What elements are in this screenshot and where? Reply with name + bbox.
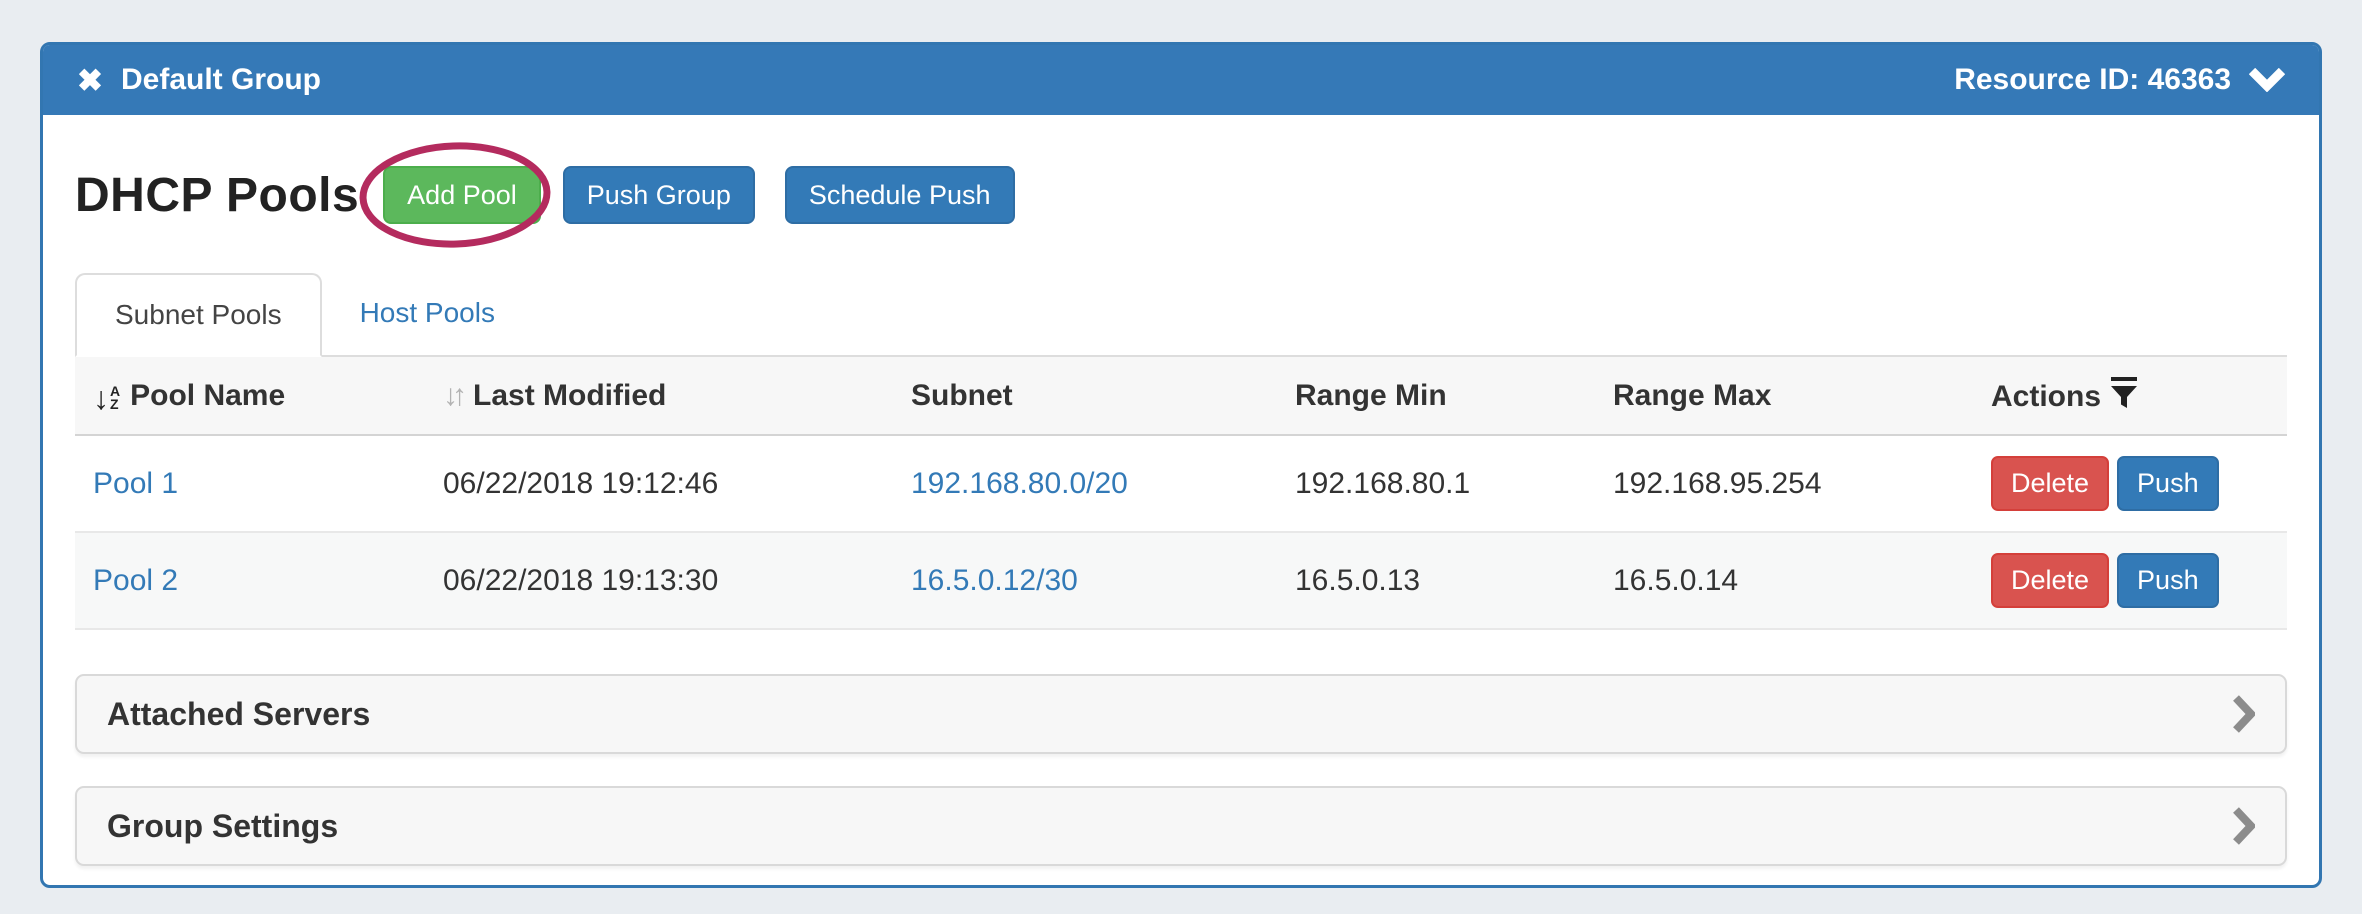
sort-alpha-down-icon[interactable]: ↓AZ — [93, 385, 120, 412]
delete-button[interactable]: Delete — [1991, 456, 2109, 511]
heading-row: DHCP Pools Add Pool Push Group Schedule … — [75, 145, 2287, 245]
add-pool-button[interactable]: Add Pool — [383, 166, 541, 224]
last-modified-value: 06/22/2018 19:13:30 — [425, 532, 893, 629]
chevron-down-icon[interactable] — [2249, 68, 2285, 92]
filter-icon[interactable] — [2111, 377, 2138, 409]
chevron-right-icon — [2233, 807, 2255, 845]
panel-title: Attached Servers — [107, 696, 370, 733]
push-button[interactable]: Push — [2117, 553, 2219, 608]
column-label: Last Modified — [473, 379, 666, 412]
pool-name-link[interactable]: Pool 2 — [93, 564, 178, 597]
range-max-value: 16.5.0.14 — [1595, 532, 1973, 629]
group-header-bar: ✖ Default Group Resource ID: 46363 — [43, 45, 2319, 115]
last-modified-value: 06/22/2018 19:12:46 — [425, 435, 893, 532]
page-title: DHCP Pools — [75, 168, 359, 223]
subnet-link[interactable]: 16.5.0.12/30 — [911, 564, 1078, 597]
group-title: Default Group — [121, 63, 321, 97]
panel-title: Group Settings — [107, 808, 338, 845]
sort-icon[interactable]: ↓↑ — [443, 379, 461, 412]
table-row-pool-1: Pool 1 06/22/2018 19:12:46 192.168.80.0/… — [75, 435, 2287, 532]
attached-servers-panel[interactable]: Attached Servers — [75, 674, 2287, 754]
close-icon[interactable]: ✖ — [77, 65, 103, 96]
resource-id-label: Resource ID: 46363 — [1954, 63, 2231, 97]
range-min-value: 16.5.0.13 — [1277, 532, 1595, 629]
chevron-right-icon — [2233, 695, 2255, 733]
column-label: Pool Name — [130, 379, 285, 412]
pool-tabs: Subnet Pools Host Pools — [75, 271, 2287, 357]
push-button[interactable]: Push — [2117, 456, 2219, 511]
group-settings-panel[interactable]: Group Settings — [75, 786, 2287, 866]
column-header-range-min[interactable]: Range Min — [1277, 357, 1595, 435]
column-header-pool-name[interactable]: ↓AZ Pool Name — [75, 357, 425, 435]
column-header-range-max[interactable]: Range Max — [1595, 357, 1973, 435]
tab-host-pools[interactable]: Host Pools — [322, 271, 533, 355]
column-header-actions[interactable]: Actions — [1973, 357, 2287, 435]
column-label: Actions — [1991, 380, 2101, 413]
push-group-button[interactable]: Push Group — [563, 166, 755, 224]
subnet-link[interactable]: 192.168.80.0/20 — [911, 467, 1128, 500]
table-row-pool-2: Pool 2 06/22/2018 19:13:30 16.5.0.12/30 … — [75, 532, 2287, 629]
table-header-row: ↓AZ Pool Name ↓↑ Last Modified Subnet Rang… — [75, 357, 2287, 435]
subnet-pools-table: ↓AZ Pool Name ↓↑ Last Modified Subnet Rang… — [75, 357, 2287, 630]
pool-name-link[interactable]: Pool 1 — [93, 467, 178, 500]
column-header-last-modified[interactable]: ↓↑ Last Modified — [425, 357, 893, 435]
range-min-value: 192.168.80.1 — [1277, 435, 1595, 532]
resource-id-toggle[interactable]: Resource ID: 46363 — [1954, 63, 2285, 97]
group-card-body: DHCP Pools Add Pool Push Group Schedule … — [43, 145, 2319, 866]
column-header-subnet[interactable]: Subnet — [893, 357, 1277, 435]
schedule-push-button[interactable]: Schedule Push — [785, 166, 1015, 224]
tab-subnet-pools[interactable]: Subnet Pools — [75, 273, 322, 357]
default-group-card: ✖ Default Group Resource ID: 46363 DHCP … — [40, 42, 2322, 888]
add-pool-annotated: Add Pool — [383, 166, 541, 224]
delete-button[interactable]: Delete — [1991, 553, 2109, 608]
range-max-value: 192.168.95.254 — [1595, 435, 1973, 532]
